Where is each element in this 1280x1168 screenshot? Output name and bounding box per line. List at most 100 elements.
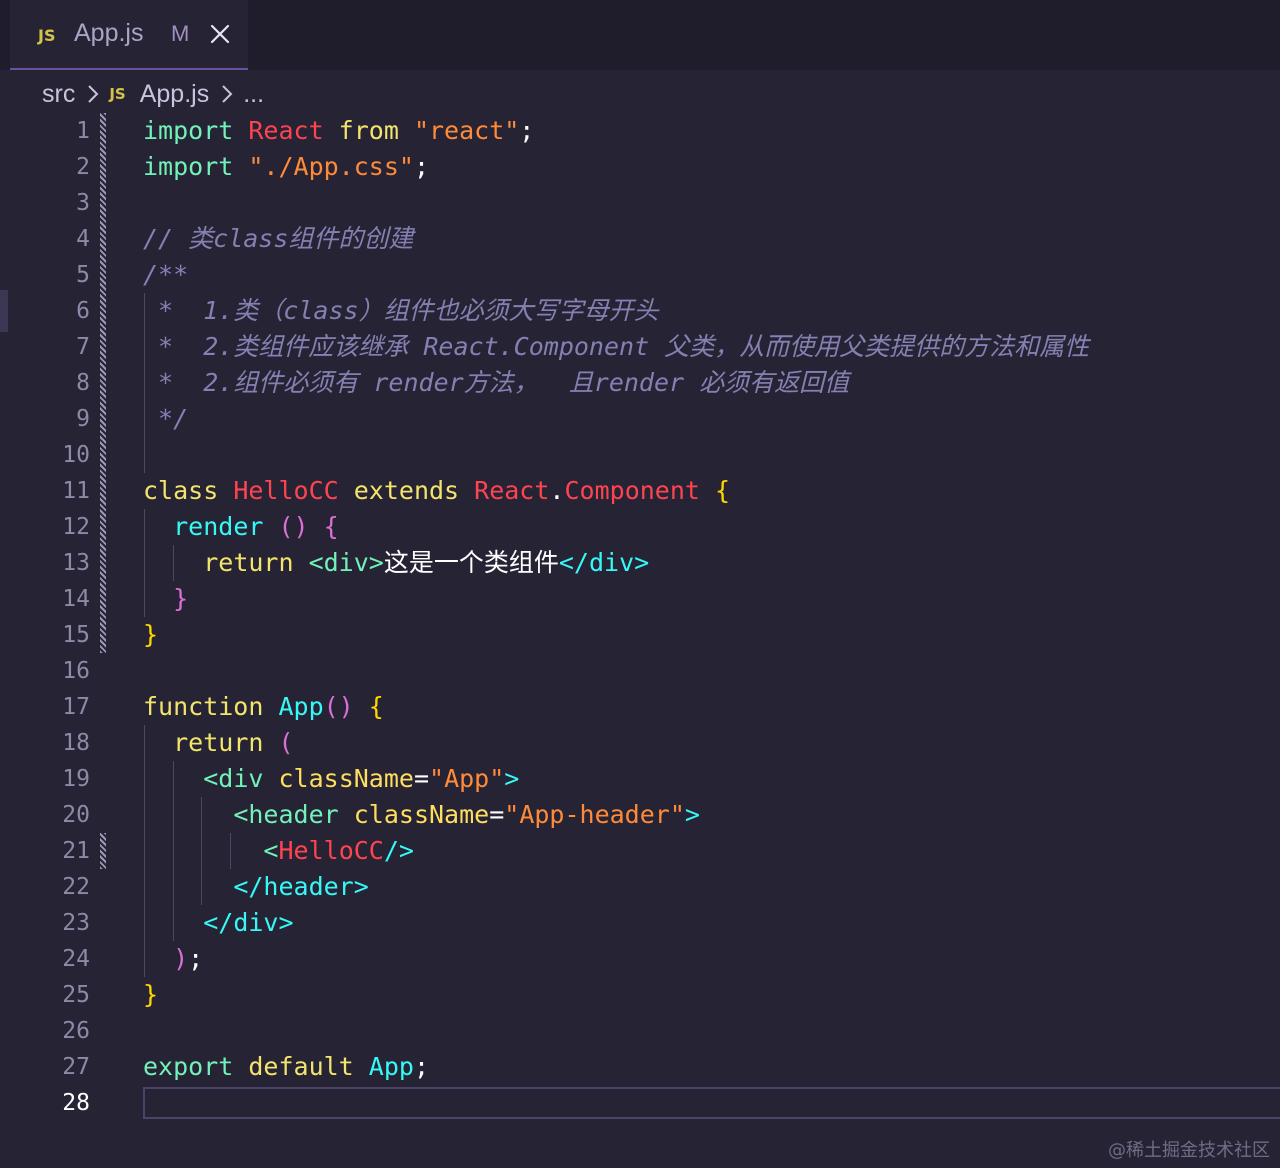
line-number: 9 [76,406,90,432]
code-line[interactable]: <header className="App-header"> [143,797,1280,833]
code-token: ) [173,944,189,973]
code-token: ; [413,1052,429,1081]
code-line[interactable]: * 2.类组件应该继承 React.Component 父类，从而使用父类提供的… [143,329,1280,365]
code-line[interactable] [143,1087,1280,1119]
code-line[interactable]: import React from "react"; [143,113,1280,149]
code-token: function [143,692,279,721]
code-token: /> [383,836,414,865]
line-number-gutter: 1 2 3 4 5 6 7 8 9 10 11 12 13 14 15 16 17 18 19 20 21 22 23 24 2… [0,113,96,1121]
code-token: import [143,116,249,145]
line-number: 12 [62,514,90,540]
code-line[interactable]: function App() { [143,689,1280,725]
line-number: 22 [62,874,90,900]
line-number: 11 [62,478,90,504]
code-editor[interactable]: import React from "react"; import "./App.… [143,113,1280,1119]
code-line[interactable] [143,185,1280,221]
code-token: return [173,728,279,757]
js-file-icon: JS [38,26,56,45]
code-token: className [353,800,490,829]
code-line[interactable]: ); [143,941,1280,977]
code-line[interactable]: </header> [143,869,1280,905]
code-token: from [338,116,414,145]
code-line[interactable] [143,1013,1280,1049]
line-number: 28 [62,1090,90,1116]
line-number: 1 [76,118,90,144]
breadcrumb-folder[interactable]: src [42,80,75,109]
code-line[interactable]: return <div>这是一个类组件</div> [143,545,1280,581]
line-number: 6 [76,298,90,324]
code-token: . [549,476,565,505]
line-number: 19 [62,766,90,792]
code-token: App [278,692,324,721]
git-modified-indicator[interactable] [100,833,106,869]
line-number: 27 [62,1054,90,1080]
code-line[interactable]: */ [143,401,1280,437]
line-number: 21 [62,838,90,864]
code-token: ; [188,944,204,973]
line-number: 13 [62,550,90,576]
code-token: render [173,512,279,541]
code-token: <div> [308,548,384,577]
code-token: * 1.类（class）组件也必须大写字母开头 [143,296,659,325]
line-number: 5 [76,262,90,288]
line-number: 4 [76,226,90,252]
breadcrumb-symbols[interactable]: ... [243,80,264,109]
code-line[interactable]: * 2.组件必须有 render方法， 且render 必须有返回值 [143,365,1280,401]
code-line[interactable] [143,653,1280,689]
code-line[interactable] [143,437,1280,473]
code-line[interactable]: <div className="App"> [143,761,1280,797]
line-number: 7 [76,334,90,360]
code-token: } [173,584,189,613]
code-token: </header> [233,872,369,901]
code-line[interactable]: import "./App.css"; [143,149,1280,185]
code-token: () [323,692,369,721]
code-line[interactable]: <HelloCC/> [143,833,1280,869]
code-line[interactable]: class HelloCC extends React.Component { [143,473,1280,509]
code-line[interactable]: export default App; [143,1049,1280,1085]
code-token: <div [203,764,279,793]
code-token: "react" [413,116,520,145]
code-line[interactable]: } [143,581,1280,617]
code-token: ; [413,152,429,181]
line-number: 8 [76,370,90,396]
tab-bar: JS App.js M [0,0,1280,70]
code-token: () [278,512,324,541]
git-modified-indicator[interactable] [100,113,106,653]
code-line[interactable]: } [143,617,1280,653]
code-token: { [715,476,731,505]
line-number: 2 [76,154,90,180]
code-token: ; [519,116,535,145]
code-line[interactable]: } [143,977,1280,1013]
code-line[interactable]: </div> [143,905,1280,941]
line-number: 14 [62,586,90,612]
line-number: 15 [62,622,90,648]
code-token: export [143,1052,249,1081]
code-line[interactable]: /** [143,257,1280,293]
code-token: < [263,836,279,865]
code-token: = [413,764,430,793]
line-number: 23 [62,910,90,936]
code-token: "App" [429,764,505,793]
code-line[interactable]: * 1.类（class）组件也必须大写字母开头 [143,293,1280,329]
code-token: HelloCC [278,836,384,865]
code-line[interactable]: return ( [143,725,1280,761]
line-number: 16 [62,658,90,684]
code-line[interactable]: render () { [143,509,1280,545]
line-number: 10 [62,442,90,468]
breadcrumb: src JS App.js ... [42,76,264,112]
code-token: { [323,512,339,541]
code-token: Component [564,476,715,505]
code-token: /** [143,260,189,289]
tab-app-js[interactable]: JS App.js M [10,0,248,70]
line-number: 18 [62,730,90,756]
breadcrumb-file[interactable]: App.js [140,80,209,109]
code-line[interactable]: // 类class组件的创建 [143,221,1280,257]
code-token: return [203,548,309,577]
code-token: ( [278,728,294,757]
code-token: React [474,476,550,505]
close-icon[interactable] [208,22,232,46]
